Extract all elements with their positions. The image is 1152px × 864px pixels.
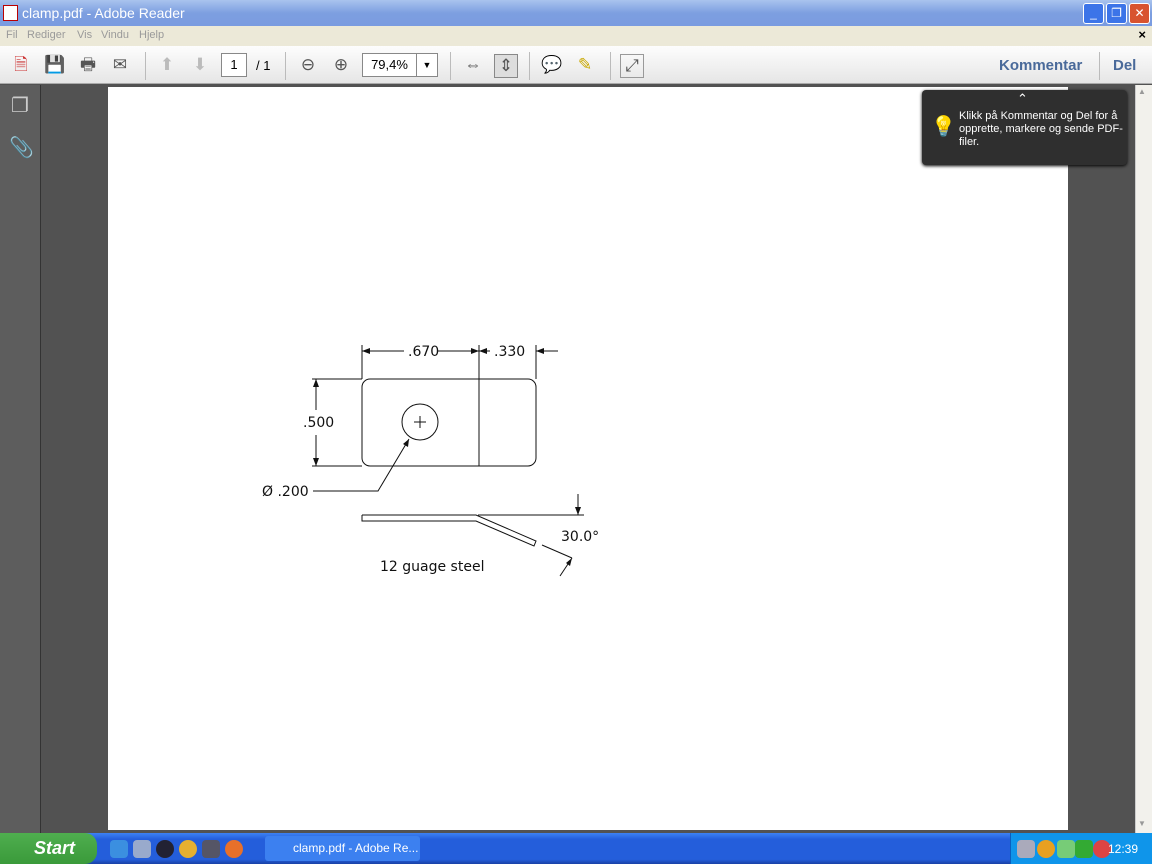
pdf-page: .670 .330 .500 Ø .200 30.0° 12 guage ste… — [108, 87, 1068, 830]
highlight-text-icon[interactable]: ✎ — [573, 54, 597, 78]
dim-width-label: .670 — [408, 344, 439, 360]
restore-button[interactable]: ❐ — [1106, 3, 1127, 24]
tooltip-popup: ⌃ 💡 Klikk på Kommentar og Del for å oppr… — [922, 90, 1127, 165]
toolbar: 🗎 💾 🖶 ✉ ⬆ ⬇ 1 / 1 ⊖ ⊕ 79,4% ▼ ⇔ ⇕ 💬 ✎ ⤢ … — [0, 46, 1152, 84]
system-tray: 12:39 — [1010, 833, 1152, 864]
menu-bar: Fil Rediger Vis Vindu Hjelp × — [0, 26, 1152, 46]
next-page-icon[interactable]: ⬇ — [188, 54, 212, 78]
zoom-dropdown-icon[interactable]: ▼ — [416, 53, 438, 77]
tooltip-text: Klikk på Kommentar og Del for å opprette… — [959, 110, 1123, 148]
app-icon[interactable] — [202, 840, 220, 858]
show-desktop-icon[interactable] — [133, 840, 151, 858]
zoom-in-icon[interactable]: ⊕ — [329, 54, 353, 78]
vertical-scrollbar[interactable]: ▲ ▼ — [1135, 85, 1152, 833]
clock: 12:39 — [1107, 842, 1138, 856]
attachments-icon[interactable]: 📎 — [9, 135, 34, 159]
dim-height-label: .500 — [303, 415, 334, 431]
email-icon[interactable]: ✉ — [108, 54, 132, 78]
clamp-drawing: .670 .330 .500 Ø .200 30.0° 12 guage ste… — [262, 344, 599, 577]
menu-vis[interactable]: Vis — [77, 29, 92, 41]
print-icon[interactable]: 🖶 — [76, 54, 100, 78]
chrome-icon[interactable] — [179, 840, 197, 858]
menu-rediger[interactable]: Rediger — [27, 29, 66, 41]
messenger-icon[interactable] — [1057, 840, 1075, 858]
del-button[interactable]: Del — [1113, 57, 1136, 74]
previous-page-icon[interactable]: ⬆ — [155, 54, 179, 78]
network-icon[interactable] — [1017, 840, 1035, 858]
close-document-icon[interactable]: × — [1138, 27, 1146, 42]
lightbulb-icon: 💡 — [931, 116, 956, 138]
save-icon[interactable]: 💾 — [43, 54, 67, 78]
pages-icon[interactable]: ❐ — [9, 93, 31, 117]
scroll-down-icon[interactable]: ▼ — [1138, 819, 1146, 828]
navigation-pane: ❐ 📎 — [0, 85, 41, 833]
fit-page-icon[interactable]: ⇕ — [494, 54, 518, 78]
close-button[interactable]: ✕ — [1129, 3, 1150, 24]
page-total: / 1 — [256, 58, 271, 73]
start-button[interactable]: Start — [0, 833, 97, 864]
internet-explorer-icon[interactable] — [110, 840, 128, 858]
firefox-icon[interactable] — [225, 840, 243, 858]
notification-icon[interactable] — [1037, 840, 1055, 858]
fullscreen-icon[interactable]: ⤢ — [620, 54, 644, 78]
menu-fil[interactable]: Fil — [6, 29, 18, 41]
menu-hjelp[interactable]: Hjelp — [139, 29, 164, 41]
start-label: Start — [34, 838, 76, 858]
fit-width-icon[interactable]: ⇔ — [461, 54, 485, 78]
collapse-chevron-icon[interactable]: ⌃ — [1017, 91, 1028, 107]
create-pdf-icon[interactable]: 🗎 — [9, 54, 33, 78]
scroll-up-icon[interactable]: ▲ — [1138, 87, 1146, 96]
hole-diameter-label: Ø .200 — [262, 484, 309, 500]
menu-vindu[interactable]: Vindu — [101, 29, 129, 41]
window-title: clamp.pdf - Adobe Reader — [22, 5, 185, 21]
comment-icon[interactable]: 💬 — [540, 54, 564, 78]
taskbar-item-adobe-reader[interactable]: clamp.pdf - Adobe Re... — [265, 836, 420, 861]
security-icon[interactable] — [1075, 840, 1093, 858]
page-number-input[interactable]: 1 — [221, 53, 247, 77]
kommentar-button[interactable]: Kommentar — [999, 57, 1082, 74]
taskbar: Start clamp.pdf - Adobe Re... 12:39 — [0, 833, 1152, 864]
task-label: clamp.pdf - Adobe Re... — [293, 841, 419, 855]
angle-label: 30.0° — [561, 529, 599, 545]
dim-tab-label: .330 — [494, 344, 525, 360]
minimize-button[interactable]: _ — [1083, 3, 1104, 24]
adobe-pdf-icon — [3, 5, 18, 21]
media-player-icon[interactable] — [156, 840, 174, 858]
title-bar: clamp.pdf - Adobe Reader _ ❐ ✕ — [0, 0, 1152, 26]
material-label: 12 guage steel — [380, 559, 484, 575]
zoom-out-icon[interactable]: ⊖ — [296, 54, 320, 78]
zoom-input[interactable]: 79,4% — [362, 53, 417, 77]
